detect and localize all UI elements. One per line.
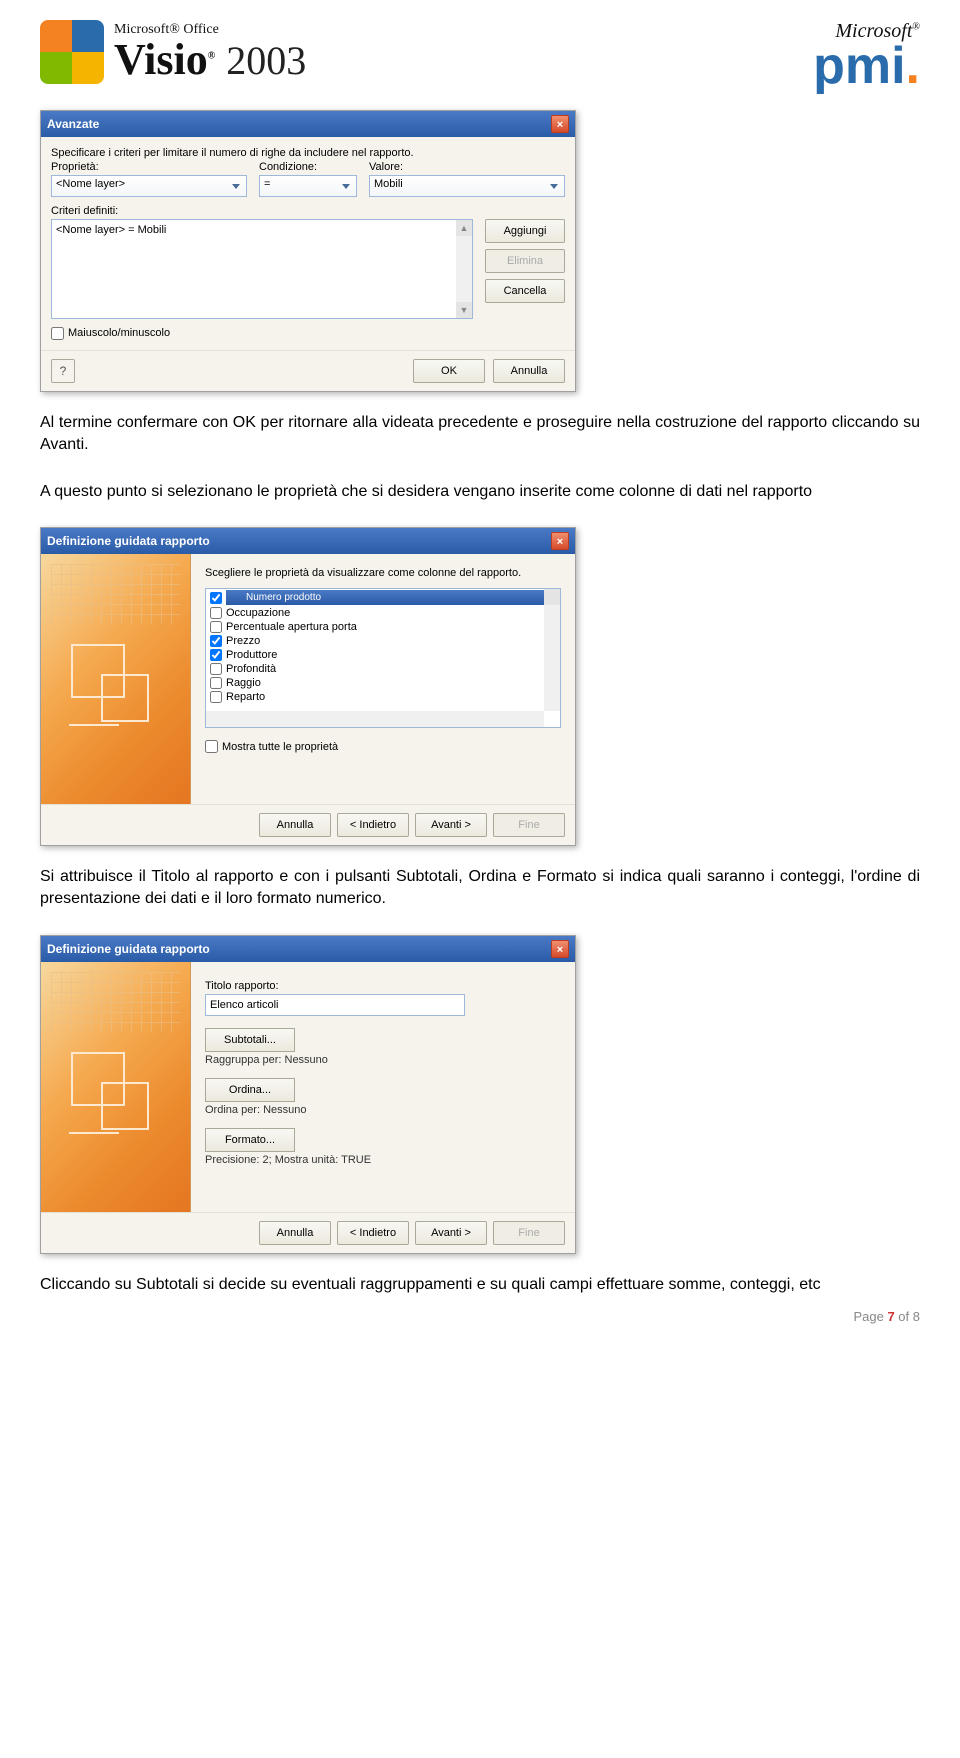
formato-button[interactable]: Formato... xyxy=(205,1128,295,1152)
dialog-title: Definizione guidata rapporto xyxy=(47,534,210,548)
titlebar: Avanzate × xyxy=(41,111,575,137)
paragraph-4: Cliccando su Subtotali si decide su even… xyxy=(40,1274,920,1296)
annulla-button[interactable]: Annulla xyxy=(259,813,331,837)
combo-valore[interactable]: Mobili xyxy=(369,175,565,197)
label-criteri: Criteri definiti: xyxy=(51,205,565,217)
check-raggio[interactable] xyxy=(210,677,222,689)
paragraph-3: Si attribuisce il Titolo al rapporto e c… xyxy=(40,866,920,911)
list-item: Occupazione xyxy=(226,607,290,619)
combo-condizione[interactable]: = xyxy=(259,175,357,197)
combo-proprieta[interactable]: <Nome layer> xyxy=(51,175,247,197)
list-item: Raggio xyxy=(226,677,261,689)
annulla-button[interactable]: Annulla xyxy=(259,1221,331,1245)
list-item: Reparto xyxy=(226,691,265,703)
fine-button: Fine xyxy=(493,1221,565,1245)
checkbox-input[interactable] xyxy=(205,740,218,753)
scrollbar[interactable] xyxy=(544,589,560,711)
label-proprieta: Proprietà: xyxy=(51,161,247,173)
header: Microsoft® Office Visio® 2003 Microsoft®… xyxy=(40,20,920,90)
titlebar: Definizione guidata rapporto × xyxy=(41,936,575,962)
check-profondita[interactable] xyxy=(210,663,222,675)
list-item: Percentuale apertura porta xyxy=(226,621,357,633)
visio-label: Visio® 2003 xyxy=(114,38,306,82)
criteri-item: <Nome layer> = Mobili xyxy=(56,224,166,236)
scrollbar[interactable]: ▲▼ xyxy=(456,220,472,318)
instruction-text: Specificare i criteri per limitare il nu… xyxy=(51,147,565,159)
close-icon[interactable]: × xyxy=(551,940,569,958)
list-item: Profondità xyxy=(226,663,276,675)
dialog-title: Definizione guidata rapporto xyxy=(47,942,210,956)
avanti-button[interactable]: Avanti > xyxy=(415,813,487,837)
titlebar: Definizione guidata rapporto × xyxy=(41,528,575,554)
ordina-button[interactable]: Ordina... xyxy=(205,1078,295,1102)
list-item: Prezzo xyxy=(226,635,260,647)
dialog-wizard-props: Definizione guidata rapporto × Scegliere… xyxy=(40,527,576,846)
check-prezzo[interactable] xyxy=(210,635,222,647)
avanti-button[interactable]: Avanti > xyxy=(415,1221,487,1245)
dialog-title: Avanzate xyxy=(47,117,99,131)
help-icon[interactable]: ? xyxy=(51,359,75,383)
indietro-button[interactable]: < Indietro xyxy=(337,1221,409,1245)
annulla-button[interactable]: Annulla xyxy=(493,359,565,383)
close-icon[interactable]: × xyxy=(551,115,569,133)
label-titolo-rapporto: Titolo rapporto: xyxy=(205,980,561,992)
check-reparto[interactable] xyxy=(210,691,222,703)
list-item: Numero prodotto xyxy=(226,590,556,605)
dialog-avanzate: Avanzate × Specificare i criteri per lim… xyxy=(40,110,576,392)
titolo-input[interactable] xyxy=(205,994,465,1016)
property-listbox[interactable]: Numero prodotto Occupazione Percentuale … xyxy=(205,588,561,728)
checkbox-maiuscolo[interactable]: Maiuscolo/minuscolo xyxy=(51,327,565,340)
cancella-button[interactable]: Cancella xyxy=(485,279,565,303)
ok-button[interactable]: OK xyxy=(413,359,485,383)
wizard-sidebar-image xyxy=(41,554,191,804)
checkbox-input[interactable] xyxy=(51,327,64,340)
check-percentuale[interactable] xyxy=(210,621,222,633)
pmi-logo: Microsoft® pmi. xyxy=(813,20,920,90)
visio-logo: Microsoft® Office Visio® 2003 xyxy=(40,20,306,84)
aggiungi-button[interactable]: Aggiungi xyxy=(485,219,565,243)
subtotali-button[interactable]: Subtotali... xyxy=(205,1028,295,1052)
label-valore: Valore: xyxy=(369,161,565,173)
paragraph-2: A questo punto si selezionano le proprie… xyxy=(40,481,920,503)
h-scrollbar[interactable] xyxy=(206,711,544,727)
elimina-button: Elimina xyxy=(485,249,565,273)
list-item: Produttore xyxy=(226,649,277,661)
fine-button: Fine xyxy=(493,813,565,837)
note-ordina: Ordina per: Nessuno xyxy=(205,1104,561,1116)
office-icon xyxy=(40,20,104,84)
note-formato: Precisione: 2; Mostra unità: TRUE xyxy=(205,1154,561,1166)
checkbox-mostra-tutte[interactable]: Mostra tutte le proprietà xyxy=(205,740,561,753)
page-number: Page 7 of 8 xyxy=(853,1309,920,1324)
indietro-button[interactable]: < Indietro xyxy=(337,813,409,837)
note-raggruppa: Raggruppa per: Nessuno xyxy=(205,1054,561,1066)
check-numero-prodotto[interactable] xyxy=(210,592,222,604)
close-icon[interactable]: × xyxy=(551,532,569,550)
check-occupazione[interactable] xyxy=(210,607,222,619)
dialog-wizard-title: Definizione guidata rapporto × Titolo ra… xyxy=(40,935,576,1254)
instruction-text: Scegliere le proprietà da visualizzare c… xyxy=(205,566,561,580)
wizard-sidebar-image xyxy=(41,962,191,1212)
listbox-criteri[interactable]: <Nome layer> = Mobili ▲▼ xyxy=(51,219,473,319)
paragraph-1: Al termine confermare con OK per ritorna… xyxy=(40,412,920,457)
label-condizione: Condizione: xyxy=(259,161,357,173)
check-produttore[interactable] xyxy=(210,649,222,661)
